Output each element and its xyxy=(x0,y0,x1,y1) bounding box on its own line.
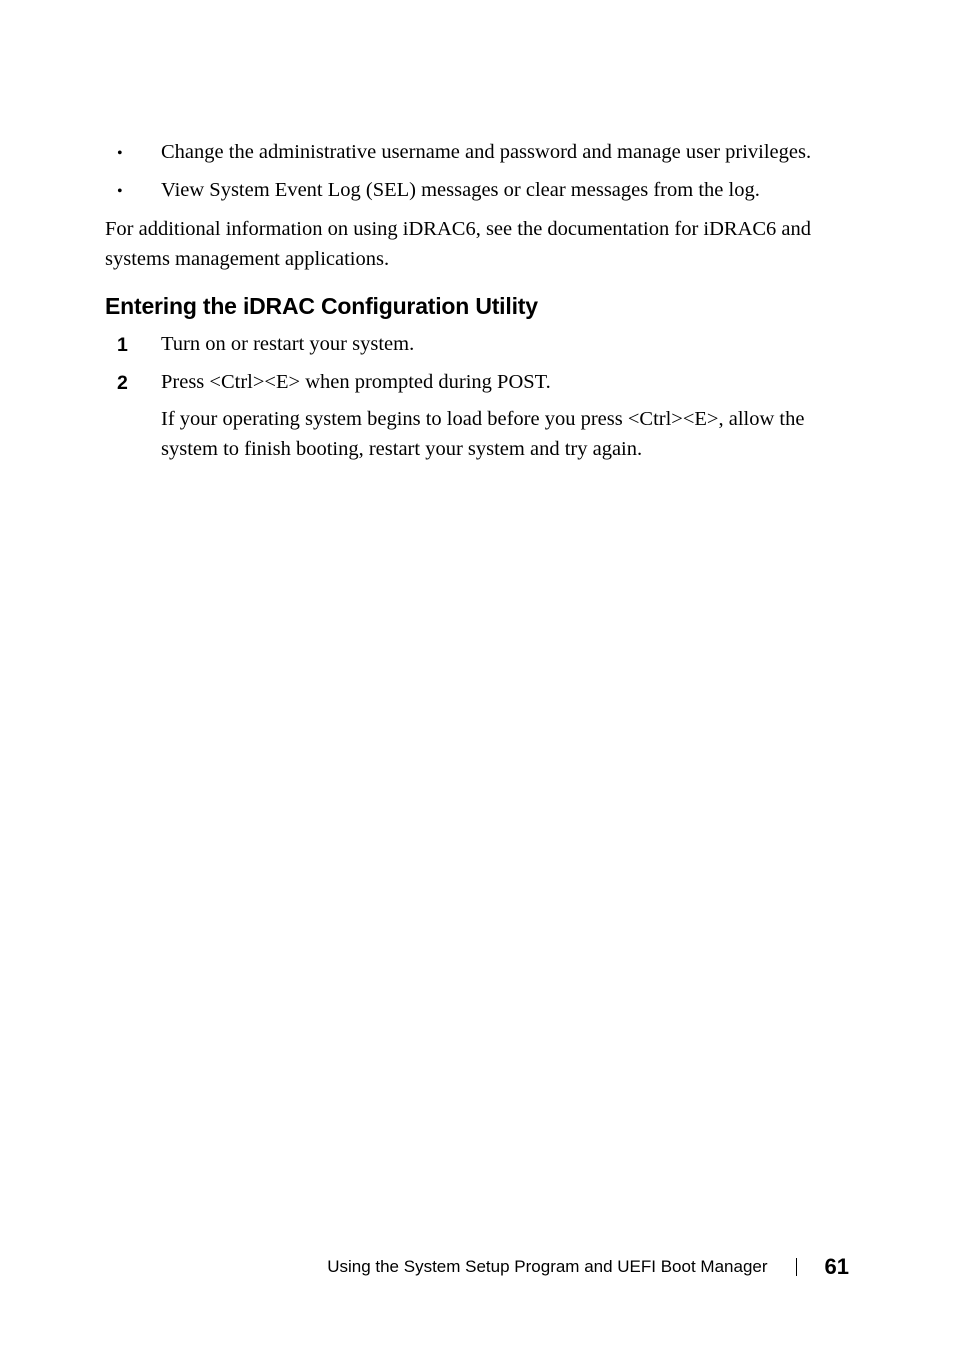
bullet-text: Change the administrative username and p… xyxy=(161,138,849,168)
footer-title: Using the System Setup Program and UEFI … xyxy=(327,1257,767,1277)
bullet-list: • Change the administrative username and… xyxy=(105,138,849,205)
body-paragraph: For additional information on using iDRA… xyxy=(105,215,849,274)
list-item: 2 Press <Ctrl><E> when prompted during P… xyxy=(105,368,849,465)
bullet-text: View System Event Log (SEL) messages or … xyxy=(161,176,849,206)
step-number: 2 xyxy=(105,368,161,465)
list-item: 1 Turn on or restart your system. xyxy=(105,330,849,360)
step-sub-text: If your operating system begins to load … xyxy=(161,405,849,464)
numbered-list: 1 Turn on or restart your system. 2 Pres… xyxy=(105,330,849,465)
footer-divider xyxy=(796,1258,797,1276)
step-number: 1 xyxy=(105,330,161,360)
list-item: • View System Event Log (SEL) messages o… xyxy=(105,176,849,206)
bullet-icon: • xyxy=(105,176,161,206)
step-main-text: Press <Ctrl><E> when prompted during POS… xyxy=(161,371,551,393)
list-item: • Change the administrative username and… xyxy=(105,138,849,168)
section-heading: Entering the iDRAC Configuration Utility xyxy=(105,293,849,320)
document-page: • Change the administrative username and… xyxy=(0,0,954,465)
page-number: 61 xyxy=(825,1254,849,1280)
bullet-icon: • xyxy=(105,138,161,168)
page-footer: Using the System Setup Program and UEFI … xyxy=(327,1254,849,1280)
step-text: Turn on or restart your system. xyxy=(161,330,849,360)
step-text: Press <Ctrl><E> when prompted during POS… xyxy=(161,368,849,465)
